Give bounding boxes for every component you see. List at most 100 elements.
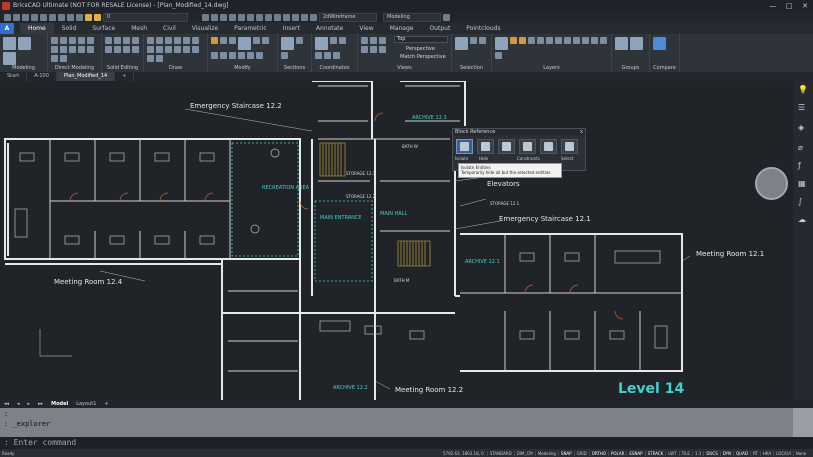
- doc-tab-plan[interactable]: Plan_Modified_14: [56, 72, 116, 81]
- constraints-button[interactable]: [519, 139, 536, 154]
- perspective-toggle[interactable]: Perspective: [406, 46, 435, 52]
- hide-button[interactable]: [477, 139, 494, 154]
- layer-dropdown[interactable]: 0: [103, 12, 188, 22]
- match-perspective-button[interactable]: Match Perspective: [400, 54, 446, 60]
- tab-annotate[interactable]: Annotate: [308, 23, 351, 34]
- tab-home[interactable]: Home: [20, 23, 54, 34]
- status-quad[interactable]: QUAD: [733, 450, 750, 456]
- visual-style-dropdown[interactable]: 2dWireframe: [319, 12, 377, 22]
- structure-panel-icon[interactable]: ▦: [798, 179, 806, 188]
- status-hka[interactable]: HKA: [759, 450, 773, 456]
- status-dyn[interactable]: DYN: [719, 450, 733, 456]
- tab-insert[interactable]: Insert: [275, 23, 308, 34]
- status-ducs[interactable]: DUCS: [703, 450, 719, 456]
- isolate-button[interactable]: [456, 139, 473, 154]
- select-button[interactable]: [561, 139, 578, 154]
- tab-output[interactable]: Output: [421, 23, 458, 34]
- close-button[interactable]: ✕: [797, 2, 813, 10]
- new-file-icon[interactable]: [4, 13, 11, 21]
- union-icon[interactable]: [3, 52, 16, 65]
- grid-view-icon[interactable]: [238, 13, 245, 21]
- block-reference-close[interactable]: x: [580, 129, 583, 135]
- doc-tab-a100[interactable]: A-100: [27, 72, 57, 81]
- tab-view[interactable]: View: [351, 23, 381, 34]
- status-polar[interactable]: POLAR: [607, 450, 626, 456]
- status-esnap[interactable]: ESNAP: [626, 450, 644, 456]
- tab-solid[interactable]: Solid: [54, 23, 85, 34]
- command-scrollbar[interactable]: [793, 408, 813, 437]
- layout-nav-prev[interactable]: ◂: [13, 401, 24, 407]
- status-grid[interactable]: GRID: [573, 450, 589, 456]
- zoom-icon[interactable]: [211, 13, 218, 21]
- layout-tab-layout1[interactable]: Layout1: [72, 401, 100, 407]
- pan-icon[interactable]: [202, 13, 209, 21]
- add-layout-button[interactable]: +: [100, 401, 112, 407]
- formula-icon[interactable]: ∫: [798, 197, 802, 206]
- status-tile[interactable]: TILE: [678, 450, 692, 456]
- sun-icon[interactable]: [94, 13, 101, 21]
- layout-nav-first[interactable]: ◂◂: [0, 401, 13, 407]
- status-workspace[interactable]: Modeling: [534, 450, 558, 456]
- render-icon[interactable]: [247, 13, 254, 21]
- tab-manage[interactable]: Manage: [382, 23, 422, 34]
- new-tab-button[interactable]: +: [115, 72, 135, 81]
- explode-button[interactable]: [540, 139, 557, 154]
- tab-surface[interactable]: Surface: [84, 23, 123, 34]
- block-edit-button[interactable]: [498, 139, 515, 154]
- status-strack[interactable]: STRACK: [644, 450, 666, 456]
- workspace-settings-icon[interactable]: [443, 13, 450, 21]
- extrude-icon[interactable]: [18, 37, 31, 50]
- measure-icon[interactable]: [229, 13, 236, 21]
- box-icon[interactable]: [3, 37, 16, 50]
- properties-panel-icon[interactable]: ☰: [798, 103, 805, 112]
- print-icon[interactable]: [31, 13, 38, 21]
- light-bulb-icon[interactable]: [85, 13, 92, 21]
- function-icon[interactable]: ƒ: [798, 161, 801, 170]
- orbit-icon[interactable]: [220, 13, 227, 21]
- tab-mesh[interactable]: Mesh: [123, 23, 155, 34]
- status-standard[interactable]: STANDARD: [486, 450, 514, 456]
- settings-icon[interactable]: [58, 13, 65, 21]
- status-none[interactable]: None: [792, 450, 808, 456]
- doc-tab-start[interactable]: Start: [0, 72, 28, 81]
- cloud-icon[interactable]: ☁: [798, 215, 806, 224]
- save-icon[interactable]: [22, 13, 29, 21]
- properties-icon[interactable]: [265, 13, 272, 21]
- view-dropdown[interactable]: Top: [394, 36, 448, 43]
- minimize-button[interactable]: —: [765, 2, 781, 10]
- search-icon[interactable]: [274, 13, 281, 21]
- status-rt[interactable]: RT: [749, 450, 760, 456]
- view-cube[interactable]: [755, 167, 788, 200]
- light-bulb-icon[interactable]: 💡: [798, 85, 808, 94]
- open-file-icon[interactable]: [13, 13, 20, 21]
- redo-icon[interactable]: [49, 13, 56, 21]
- visual-style-icon[interactable]: [310, 13, 317, 21]
- workspace-dropdown[interactable]: Modeling: [383, 12, 441, 22]
- layer-state-icon[interactable]: [67, 13, 74, 21]
- status-ortho[interactable]: ORTHO: [588, 450, 608, 456]
- undo-icon[interactable]: [40, 13, 47, 21]
- maximize-button[interactable]: □: [781, 2, 797, 10]
- application-menu-button[interactable]: A: [0, 23, 14, 34]
- status-lockui[interactable]: LOCKUI: [773, 450, 793, 456]
- layout-nav-next[interactable]: ▸: [24, 401, 35, 407]
- layers-panel-icon[interactable]: ◈: [798, 123, 804, 132]
- status-scale[interactable]: 1:1: [691, 450, 703, 456]
- explorer-icon[interactable]: [283, 13, 290, 21]
- attach-icon[interactable]: ⌀: [798, 143, 803, 152]
- tab-civil[interactable]: Civil: [155, 23, 184, 34]
- layer-properties-icon[interactable]: [76, 13, 83, 21]
- selection-icon[interactable]: [256, 13, 263, 21]
- status-lwt[interactable]: LWT: [665, 450, 678, 456]
- layout-tab-model[interactable]: Model: [47, 401, 72, 407]
- tab-visualize[interactable]: Visualize: [184, 23, 226, 34]
- tab-pointclouds[interactable]: Pointclouds: [458, 23, 508, 34]
- layout-nav-last[interactable]: ▸▸: [34, 401, 47, 407]
- status-dimstyle[interactable]: DIM_CM: [513, 450, 535, 456]
- hatch-icon[interactable]: [292, 13, 299, 21]
- camera-icon[interactable]: [301, 13, 308, 21]
- drawing-viewport[interactable]: Emergency Staircase 12.2 ARCHIVE 12.3 El…: [0, 81, 793, 400]
- tab-parametric[interactable]: Parametric: [226, 23, 275, 34]
- status-snap[interactable]: SNAP: [557, 450, 574, 456]
- command-input[interactable]: : Enter command: [0, 437, 813, 449]
